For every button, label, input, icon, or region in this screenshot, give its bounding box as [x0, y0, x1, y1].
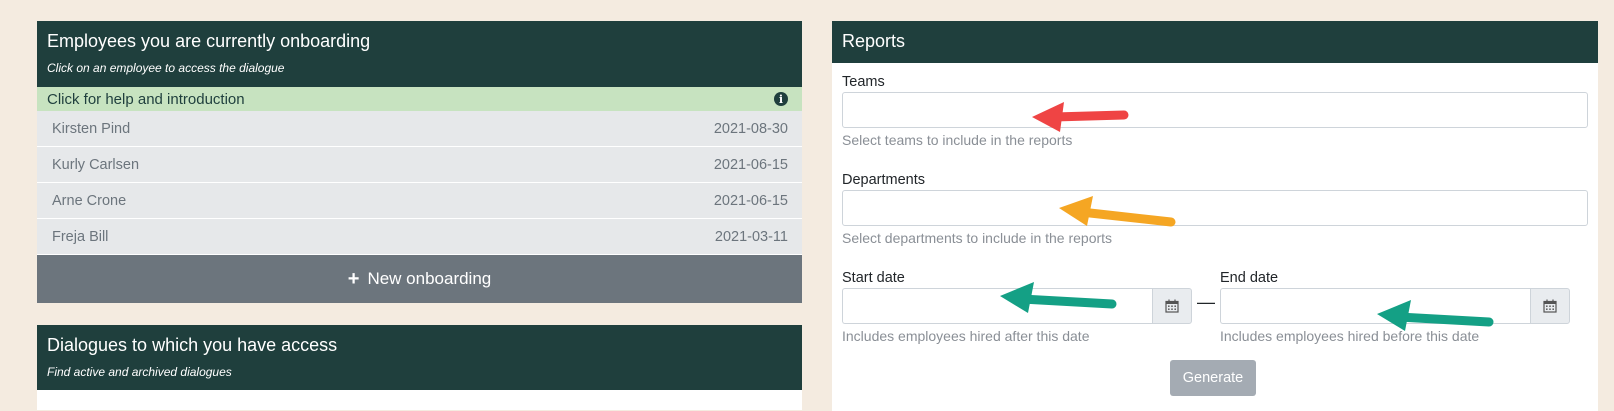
range-separator: — [1197, 292, 1215, 312]
onboarding-panel: Employees you are currently onboarding C… [37, 21, 802, 303]
reports-panel: Reports Teams Select teams to include in… [832, 21, 1598, 411]
reports-header: Reports [832, 21, 1598, 63]
help-label: Click for help and introduction [47, 90, 245, 108]
employee-name: Kirsten Pind [52, 120, 131, 137]
info-circle-icon: i [774, 92, 788, 106]
onboarding-title: Employees you are currently onboarding [47, 31, 371, 51]
teams-label: Teams [842, 74, 885, 90]
onboarding-header: Employees you are currently onboarding C… [37, 21, 802, 87]
employee-row[interactable]: Kurly Carlsen 2021-06-15 [37, 147, 802, 183]
start-date-hint: Includes employees hired after this date [842, 328, 1090, 344]
reports-title: Reports [842, 31, 906, 51]
employee-date: 2021-08-30 [713, 120, 788, 137]
new-onboarding-label: New onboarding [367, 269, 492, 288]
departments-hint: Select departments to include in the rep… [842, 230, 1113, 246]
employee-row[interactable]: Freja Bill 2021-03-11 [37, 219, 802, 255]
dialogues-panel: Dialogues to which you have access Find … [37, 325, 802, 410]
plus-icon: + [347, 268, 360, 290]
generate-label: Generate [1182, 370, 1244, 386]
dialogues-body [37, 390, 802, 410]
end-date-label: End date [1220, 270, 1279, 286]
generate-button[interactable]: Generate [1170, 360, 1256, 396]
departments-label: Departments [842, 172, 926, 188]
arrow-icon [1377, 300, 1494, 331]
arrow-icon [1032, 102, 1129, 132]
employee-date: 2021-03-11 [714, 228, 788, 245]
calendar-icon[interactable] [1530, 288, 1570, 324]
employee-date: 2021-06-15 [713, 192, 788, 209]
employee-row[interactable]: Arne Crone 2021-06-15 [37, 183, 802, 219]
arrow-icon [1059, 196, 1176, 227]
dialogues-subtitle: Find active and archived dialogues [47, 365, 232, 379]
calendar-icon[interactable] [1152, 288, 1192, 324]
employee-row[interactable]: Kirsten Pind 2021-08-30 [37, 111, 802, 147]
employee-name: Arne Crone [52, 192, 127, 209]
employee-name: Freja Bill [52, 228, 109, 245]
teams-hint: Select teams to include in the reports [842, 132, 1073, 148]
help-introduction-row[interactable]: Click for help and introduction i [37, 87, 802, 111]
departments-select[interactable] [842, 190, 1588, 226]
employee-date: 2021-06-15 [713, 156, 788, 173]
dialogues-title: Dialogues to which you have access [47, 335, 338, 355]
onboarding-subtitle: Click on an employee to access the dialo… [47, 61, 285, 75]
dialogues-header: Dialogues to which you have access Find … [37, 325, 802, 390]
teams-select[interactable] [842, 92, 1588, 128]
new-onboarding-button[interactable]: + New onboarding [37, 255, 802, 303]
arrow-icon [1000, 282, 1117, 313]
employee-name: Kurly Carlsen [52, 156, 140, 173]
